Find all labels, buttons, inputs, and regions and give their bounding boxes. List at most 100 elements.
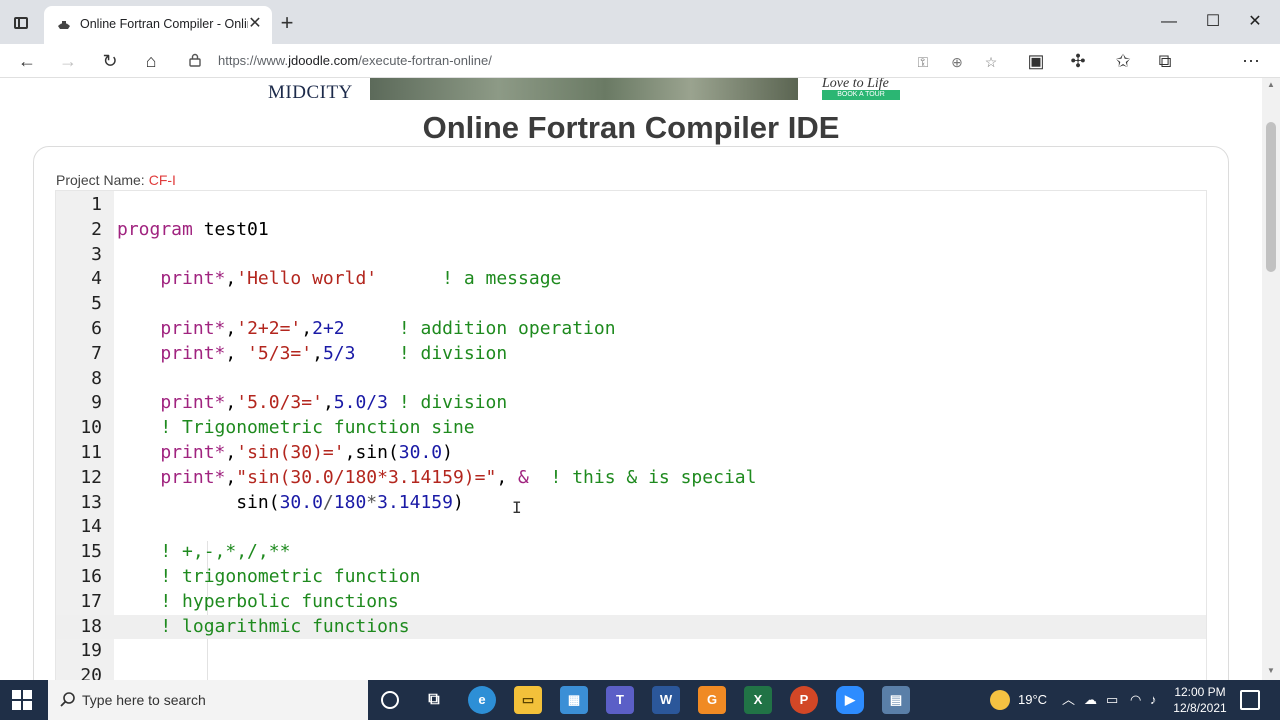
favorites-icon[interactable]: ✩ (1110, 48, 1136, 74)
code-line[interactable]: 9 print*,'5.0/3=',5.0/3 ! division (56, 391, 1206, 416)
code-line[interactable]: 7 print*, '5/3=',5/3 ! division (56, 342, 1206, 367)
search-icon (60, 692, 75, 707)
browser-tab-bar: Online Fortran Compiler - Online ✕ + — ☐… (0, 0, 1280, 44)
code-line[interactable]: 1 (56, 193, 1206, 218)
code-line[interactable]: 11 print*,'sin(30)=',sin(30.0) (56, 441, 1206, 466)
line-code-text: program test01 (117, 218, 269, 240)
line-number: 6 (91, 317, 102, 339)
taskbar-search-box[interactable]: Type here to search (48, 680, 368, 720)
line-number: 12 (80, 466, 102, 488)
line-code-text: ! Trigonometric function sine (160, 417, 475, 439)
line-number: 2 (91, 218, 102, 240)
code-line[interactable]: 5 (56, 292, 1206, 317)
cortana-circle-icon[interactable] (381, 691, 399, 709)
weather-sun-icon[interactable] (990, 690, 1010, 710)
taskbar-clock[interactable]: 12:00 PM 12/8/2021 (1170, 684, 1230, 716)
back-arrow-icon[interactable]: ← (14, 48, 40, 74)
code-line[interactable]: 3 (56, 243, 1206, 268)
more-menu-icon[interactable]: ⋯ (1238, 48, 1264, 74)
refresh-icon[interactable]: ↻ (97, 48, 123, 74)
tab-actions-icon[interactable] (10, 13, 32, 35)
url-text: https://www.jdoodle.com/execute-fortran-… (218, 53, 492, 68)
windows-taskbar: Type here to search ⧉ e ▭ ▦ T W G X P ▶ … (0, 680, 1280, 720)
line-number: 16 (80, 565, 102, 587)
word-icon[interactable]: W (652, 686, 680, 714)
code-line[interactable]: 16 ! trigonometric function (56, 565, 1206, 590)
code-lines[interactable]: 1 2 program test01 3 4 print*,'Hello world' … (56, 193, 1206, 680)
g-app-icon[interactable]: G (698, 686, 726, 714)
forward-arrow-icon[interactable]: → (55, 48, 81, 74)
line-number: 10 (80, 417, 102, 439)
code-line[interactable]: 14 (56, 515, 1206, 540)
project-name-value[interactable]: CF-I (149, 172, 176, 188)
file-explorer-icon[interactable]: ▭ (514, 686, 542, 714)
line-code-text: print*,'2+2=',2+2 ! addition operation (160, 317, 616, 339)
add-favorite-icon[interactable]: ☆ (980, 51, 1002, 73)
weather-temp[interactable]: 19°C (1018, 680, 1047, 720)
key-icon[interactable]: ⚿ (912, 51, 934, 73)
windows-start-icon[interactable] (12, 690, 32, 710)
store-icon[interactable]: ▦ (560, 686, 588, 714)
code-line[interactable]: 4 print*,'Hello world' ! a message (56, 267, 1206, 292)
maximize-button[interactable]: ☐ (1200, 10, 1226, 34)
page-title: Online Fortran Compiler IDE (422, 110, 840, 145)
code-line[interactable]: 19 (56, 639, 1206, 664)
lock-icon (189, 53, 201, 67)
collections-icon[interactable]: ⧉ (1152, 48, 1178, 74)
line-number: 4 (91, 268, 102, 290)
code-line[interactable]: 18 ! logarithmic functions (56, 614, 1206, 640)
ad-photo (370, 78, 798, 100)
zoom-icon[interactable]: ⊕ (946, 51, 968, 73)
code-line[interactable]: 12 print*,"sin(30.0/180*3.14159)=", & ! … (56, 466, 1206, 491)
page-scrollbar[interactable]: ▲ ▼ (1262, 78, 1280, 680)
project-name: Project Name: CF-I (56, 172, 176, 188)
teams-icon[interactable]: T (606, 686, 634, 714)
line-number: 17 (80, 590, 102, 612)
remote-desktop-icon[interactable]: ▤ (882, 686, 910, 714)
battery-icon[interactable]: ▭ (1106, 680, 1118, 720)
task-view-icon[interactable]: ⧉ (420, 686, 448, 714)
code-line[interactable]: 13 sin(30.0/180*3.14159) (56, 491, 1206, 516)
tab-close-icon[interactable]: ✕ (246, 15, 264, 33)
line-code-text: ! logarithmic functions (160, 615, 410, 637)
address-bar[interactable]: https://www.jdoodle.com/execute-fortran-… (180, 47, 1014, 75)
tray-chevron-icon[interactable]: ︿ (1062, 680, 1075, 720)
line-code-text: print*,'sin(30)=',sin(30.0) (160, 441, 453, 463)
scroll-thumb[interactable] (1266, 122, 1276, 272)
code-editor[interactable]: 1 2 program test01 3 4 print*,'Hello world' … (55, 190, 1207, 680)
new-tab-button[interactable]: + (276, 12, 298, 35)
collections-shop-icon[interactable]: ▣ (1023, 48, 1049, 74)
line-number: 11 (80, 441, 102, 463)
clock-date: 12/8/2021 (1173, 701, 1227, 715)
line-number: 3 (91, 243, 102, 265)
code-line[interactable]: 2 program test01 (56, 218, 1206, 243)
onedrive-icon[interactable]: ☁ (1084, 680, 1097, 720)
code-line[interactable]: 8 (56, 367, 1206, 392)
line-code-text: print*,"sin(30.0/180*3.14159)=", & ! thi… (160, 466, 757, 488)
code-line[interactable]: 17 ! hyperbolic functions (56, 590, 1206, 615)
code-line[interactable]: 15 ! +,-,*,/,** (56, 540, 1206, 565)
tab-fortran-compiler[interactable]: Online Fortran Compiler - Online ✕ (44, 6, 272, 44)
code-line[interactable]: 6 print*,'2+2=',2+2 ! addition operation (56, 317, 1206, 342)
home-icon[interactable]: ⌂ (138, 48, 164, 74)
line-code-text: ! trigonometric function (160, 565, 421, 587)
zoom-icon[interactable]: ▶ (836, 686, 864, 714)
extensions-icon[interactable]: ✣ (1065, 48, 1091, 74)
excel-icon[interactable]: X (744, 686, 772, 714)
scroll-down-icon[interactable]: ▼ (1262, 666, 1280, 678)
powerpoint-icon[interactable]: P (790, 686, 818, 714)
code-line[interactable]: 10 ! Trigonometric function sine (56, 416, 1206, 441)
ad-book-tour-button[interactable]: BOOK A TOUR (822, 90, 900, 100)
code-line[interactable]: 20 (56, 664, 1206, 680)
line-number: 18 (80, 615, 102, 637)
notification-icon[interactable] (1240, 690, 1260, 710)
volume-icon[interactable]: ♪ (1150, 680, 1157, 720)
scroll-up-icon[interactable]: ▲ (1262, 80, 1280, 92)
tab-title: Online Fortran Compiler - Online (80, 17, 248, 31)
wifi-icon[interactable]: ◠ (1130, 680, 1141, 720)
edge-icon[interactable]: e (468, 686, 496, 714)
ad-banner[interactable]: MIDCITY Love to Life BOOK A TOUR (268, 78, 1002, 103)
minimize-button[interactable]: — (1156, 10, 1182, 34)
window-close-button[interactable]: ✕ (1242, 10, 1268, 34)
line-number: 8 (91, 367, 102, 389)
